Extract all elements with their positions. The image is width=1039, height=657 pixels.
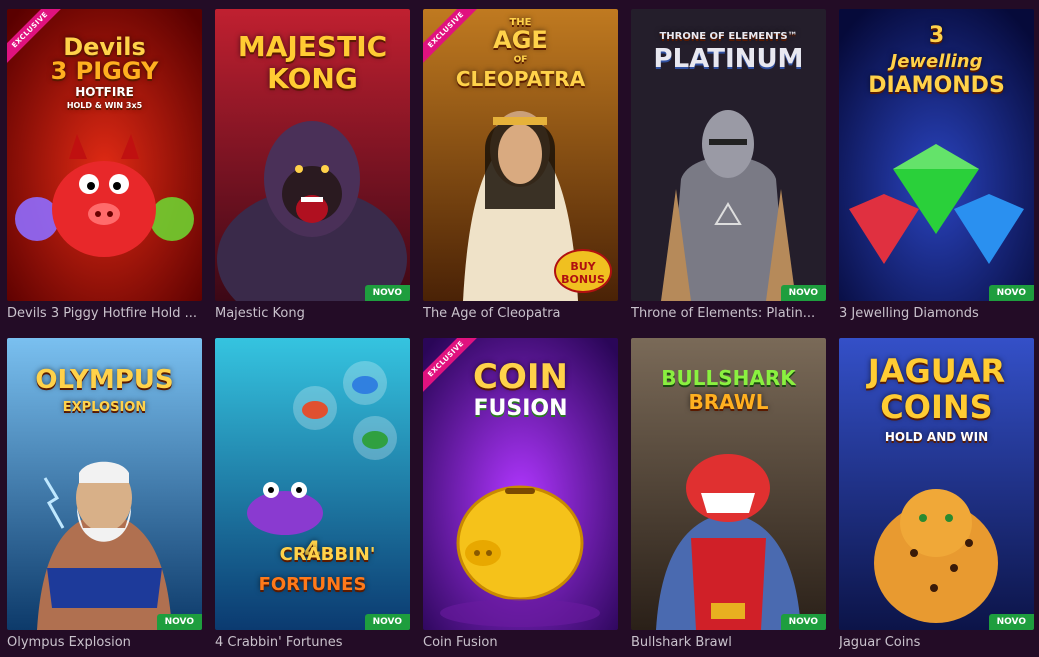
game-title[interactable]: Olympus Explosion bbox=[7, 635, 202, 657]
game-thumbnail[interactable]: COIN FUSION EXCLUSIVE bbox=[423, 338, 618, 630]
game-thumbnail[interactable]: 4 CRABBIN' FORTUNES NOVO bbox=[215, 338, 410, 630]
game-title[interactable]: Jaguar Coins bbox=[839, 635, 1034, 657]
logo-line: 3 bbox=[928, 23, 945, 48]
game-title[interactable]: Devils 3 Piggy Hotfire Hold ... bbox=[7, 306, 202, 328]
game-card-devils-3-piggy[interactable]: Devils 3 PIGGY HOTFIRE HOLD & WIN 3x5 EX… bbox=[7, 9, 202, 328]
new-badge: NOVO bbox=[988, 285, 1034, 301]
logo-line: CRABBIN' bbox=[279, 544, 376, 565]
game-card-majestic-kong[interactable]: MAJESTIC KONG NOVO Majestic Kong bbox=[215, 9, 410, 328]
game-thumbnail[interactable]: Devils 3 PIGGY HOTFIRE HOLD & WIN 3x5 EX… bbox=[7, 9, 202, 301]
logo-line: CLEOPATRA bbox=[455, 67, 586, 91]
logo-line: HOTFIRE bbox=[75, 85, 134, 99]
game-thumbnail[interactable]: THRONE OF ELEMENTS™ PLATINUM NOVO bbox=[631, 9, 826, 301]
new-badge: NOVO bbox=[364, 614, 410, 630]
game-title[interactable]: Bullshark Brawl bbox=[631, 635, 826, 657]
game-card-age-of-cleopatra[interactable]: THE AGE OF CLEOPATRA BUY BONUS EXCLUSIVE… bbox=[423, 9, 618, 328]
game-title[interactable]: 3 Jewelling Diamonds bbox=[839, 306, 1034, 328]
logo-line: FUSION bbox=[473, 396, 568, 421]
logo-line: OLYMPUS bbox=[35, 365, 174, 395]
logo-line: Jewelling bbox=[890, 51, 983, 72]
game-card-coin-fusion[interactable]: COIN FUSION EXCLUSIVE Coin Fusion bbox=[423, 338, 618, 657]
game-thumbnail[interactable]: THE AGE OF CLEOPATRA BUY BONUS EXCLUSIVE bbox=[423, 9, 618, 301]
game-grid: Devils 3 PIGGY HOTFIRE HOLD & WIN 3x5 EX… bbox=[0, 0, 1039, 657]
logo-line: KONG bbox=[267, 62, 358, 95]
new-badge: NOVO bbox=[156, 614, 202, 630]
game-card-4-crabbin-fortunes[interactable]: 4 CRABBIN' FORTUNES NOVO 4 Crabbin' Fort… bbox=[215, 338, 410, 657]
game-card-bullshark-brawl[interactable]: BULLSHARK BRAWL NOVO Bullshark Brawl bbox=[631, 338, 826, 657]
game-card-throne-of-elements-platinum[interactable]: THRONE OF ELEMENTS™ PLATINUM NOVO Throne… bbox=[631, 9, 826, 328]
game-card-3-jewelling-diamonds[interactable]: 3 Jewelling DIAMONDS NOVO 3 Jewelling Di… bbox=[839, 9, 1034, 328]
logo-line: EXPLOSION bbox=[62, 400, 147, 415]
game-thumbnail[interactable]: MAJESTIC KONG NOVO bbox=[215, 9, 410, 301]
game-thumbnail[interactable]: 3 Jewelling DIAMONDS NOVO bbox=[839, 9, 1034, 301]
buy-bonus-badge: BUY BONUS bbox=[554, 249, 612, 293]
game-thumbnail[interactable]: JAGUAR COINS HOLD AND WIN NOVO bbox=[839, 338, 1034, 630]
logo-line: DIAMONDS bbox=[868, 73, 1005, 98]
logo-line: HOLD & WIN 3x5 bbox=[66, 101, 143, 110]
game-card-olympus-explosion[interactable]: OLYMPUS EXPLOSION NOVO Olympus Explosion bbox=[7, 338, 202, 657]
game-thumbnail[interactable]: OLYMPUS EXPLOSION NOVO bbox=[7, 338, 202, 630]
game-title[interactable]: Throne of Elements: Platin... bbox=[631, 306, 826, 328]
new-badge: NOVO bbox=[780, 285, 826, 301]
logo-line: COIN bbox=[473, 357, 568, 397]
new-badge: NOVO bbox=[780, 614, 826, 630]
logo-line: COINS bbox=[880, 388, 993, 426]
game-title[interactable]: The Age of Cleopatra bbox=[423, 306, 618, 328]
logo-line: PLATINUM bbox=[653, 44, 804, 74]
logo-line: OF bbox=[513, 55, 528, 65]
logo-line: 3 PIGGY bbox=[50, 57, 159, 85]
game-card-jaguar-coins[interactable]: JAGUAR COINS HOLD AND WIN NOVO Jaguar Co… bbox=[839, 338, 1034, 657]
game-thumbnail[interactable]: BULLSHARK BRAWL NOVO bbox=[631, 338, 826, 630]
game-title[interactable]: Coin Fusion bbox=[423, 635, 618, 657]
logo-line: MAJESTIC bbox=[237, 30, 388, 63]
logo-line: THRONE OF ELEMENTS™ bbox=[659, 31, 798, 42]
logo-line: BULLSHARK bbox=[661, 366, 796, 390]
logo-line: JAGUAR bbox=[867, 352, 1006, 390]
game-title[interactable]: Majestic Kong bbox=[215, 306, 410, 328]
new-badge: NOVO bbox=[364, 285, 410, 301]
game-title[interactable]: 4 Crabbin' Fortunes bbox=[215, 635, 410, 657]
logo-line: BRAWL bbox=[688, 390, 769, 414]
logo-line: HOLD AND WIN bbox=[884, 430, 989, 444]
new-badge: NOVO bbox=[988, 614, 1034, 630]
logo-line: FORTUNES bbox=[258, 574, 367, 595]
